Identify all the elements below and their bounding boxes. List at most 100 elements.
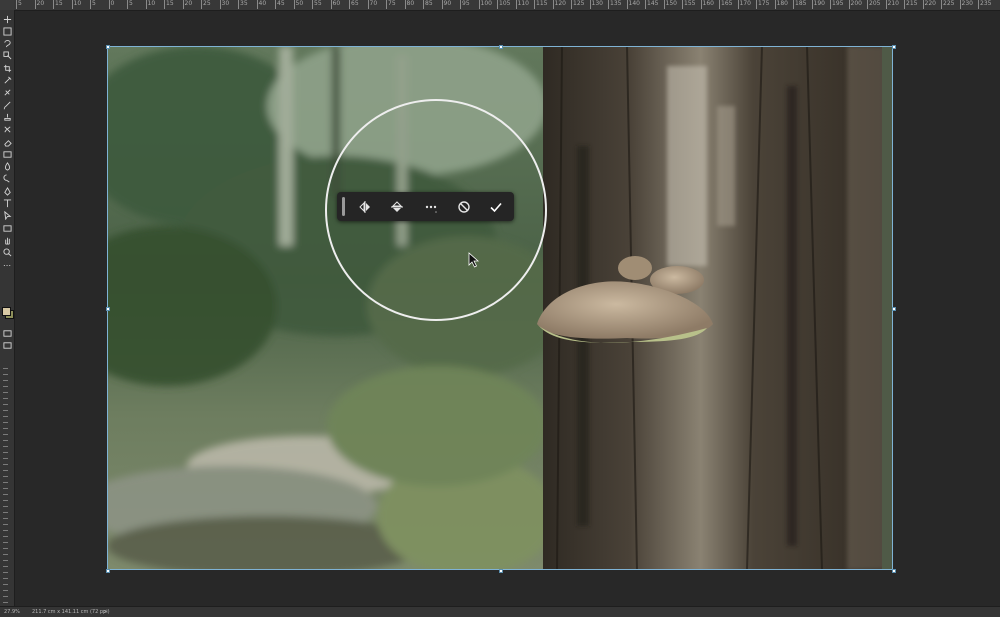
cancel-transform-icon xyxy=(458,200,470,213)
gradient-icon xyxy=(2,151,12,158)
ruler-tick xyxy=(3,368,8,369)
ruler-tick-label: 230 xyxy=(959,0,973,9)
ruler-tick xyxy=(3,500,8,501)
eraser-tool-button[interactable] xyxy=(2,137,12,147)
ruler-tick xyxy=(3,518,8,519)
lasso-tool-button[interactable] xyxy=(2,39,12,49)
ruler-tick-label: 80 xyxy=(404,0,415,9)
brush-tool-button[interactable] xyxy=(2,100,12,110)
tools-panel xyxy=(0,10,15,606)
screen-mode-button[interactable] xyxy=(2,340,12,350)
ruler-tick-label: 175 xyxy=(756,0,770,9)
ruler-tick-label: 30 xyxy=(219,0,230,9)
object-select-icon xyxy=(2,51,11,60)
ruler-tick xyxy=(3,392,8,393)
ruler-tick-label: 225 xyxy=(941,0,955,9)
quick-mask-button[interactable] xyxy=(2,328,12,338)
ruler-tick xyxy=(3,410,8,411)
ruler-tick-label: 100 xyxy=(478,0,492,9)
hand-tool-button[interactable] xyxy=(2,235,12,245)
ruler-tick-label: 5 xyxy=(90,0,96,9)
quick-mask-icon xyxy=(2,329,12,337)
ruler-tick xyxy=(3,596,8,597)
flip-horizontal-icon xyxy=(359,200,370,213)
taskbar-grip-handle[interactable] xyxy=(342,197,345,216)
ruler-tick xyxy=(3,602,8,603)
ruler-tick xyxy=(3,440,8,441)
eyedropper-tool-button[interactable] xyxy=(2,76,12,86)
type-tool-button[interactable] xyxy=(2,199,12,209)
ruler-tick-label: 85 xyxy=(423,0,433,9)
ruler-tick-label: 70 xyxy=(367,0,378,9)
blur-icon xyxy=(4,162,10,171)
brush-icon xyxy=(3,101,11,110)
more-tools-icon xyxy=(3,264,10,266)
ruler-tick-label: 10 xyxy=(71,0,82,9)
ruler-tick-label: 125 xyxy=(571,0,585,9)
ruler-tick-label: 205 xyxy=(867,0,881,9)
foreground-color-swatch[interactable] xyxy=(2,307,11,316)
ruler-tick xyxy=(3,458,8,459)
clone-stamp-tool-button[interactable] xyxy=(2,112,12,122)
ruler-tick-label: 190 xyxy=(811,0,825,9)
ruler-tick-label: 180 xyxy=(774,0,788,9)
ruler-tick-label: 185 xyxy=(793,0,807,9)
eraser-icon xyxy=(3,139,12,147)
ruler-tick-label: 215 xyxy=(904,0,918,9)
ruler-tick-label: 160 xyxy=(700,0,714,9)
ruler-tick-label: 5 xyxy=(16,0,22,9)
ruler-tick-label: 25 xyxy=(201,0,211,9)
crop-icon xyxy=(3,64,11,72)
pen-tool-button[interactable] xyxy=(2,186,12,196)
flip-vertical-button[interactable] xyxy=(387,197,407,216)
blur-tool-button[interactable] xyxy=(2,162,12,172)
ruler-tick-label: 90 xyxy=(441,0,452,9)
zoom-icon xyxy=(3,248,11,257)
ruler-tick-label: 150 xyxy=(663,0,677,9)
healing-brush-tool-button[interactable] xyxy=(2,88,12,98)
rectangle-tool-button[interactable] xyxy=(2,223,12,233)
ruler-tick xyxy=(3,506,8,507)
crop-tool-button[interactable] xyxy=(2,63,12,73)
ruler-tick xyxy=(3,512,8,513)
zoom-tool-button[interactable] xyxy=(2,248,12,258)
ruler-tick-label: 145 xyxy=(645,0,659,9)
path-select-tool-button[interactable] xyxy=(2,211,12,221)
ruler-tick xyxy=(3,374,8,375)
ruler-tick-label: 10 xyxy=(145,0,156,9)
ruler-tick xyxy=(3,482,8,483)
ruler-tick-label: 165 xyxy=(719,0,733,9)
ruler-tick-label: 110 xyxy=(515,0,529,9)
vertical-ruler[interactable] xyxy=(1,368,11,608)
marquee-icon xyxy=(2,27,12,36)
dodge-icon xyxy=(3,174,10,183)
gradient-tool-button[interactable] xyxy=(2,149,12,159)
ruler-tick xyxy=(3,548,8,549)
move-tool-button[interactable] xyxy=(2,14,12,24)
dodge-tool-button[interactable] xyxy=(2,174,12,184)
ruler-tick-label: 0 xyxy=(108,0,115,9)
commit-transform-button[interactable] xyxy=(486,197,506,216)
clone-stamp-icon xyxy=(3,113,11,121)
ruler-tick xyxy=(3,524,8,525)
ruler-tick-label: 140 xyxy=(626,0,640,9)
ruler-tick xyxy=(3,434,8,435)
history-brush-tool-button[interactable] xyxy=(2,125,12,135)
object-select-tool-button[interactable] xyxy=(2,51,12,61)
ruler-tick-label: 50 xyxy=(293,0,304,9)
more-options-button[interactable] xyxy=(421,197,441,216)
ruler-tick xyxy=(3,428,8,429)
cancel-transform-button[interactable] xyxy=(454,197,474,216)
ruler-tick-label: 45 xyxy=(275,0,285,9)
flip-vertical-icon xyxy=(391,200,403,212)
ruler-tick xyxy=(3,416,8,417)
ruler-tick-label: 135 xyxy=(608,0,622,9)
ruler-tick xyxy=(3,560,8,561)
marquee-tool-button[interactable] xyxy=(2,26,12,36)
move-icon xyxy=(3,15,11,23)
ruler-tick xyxy=(3,536,8,537)
ruler-tick-label: 40 xyxy=(256,0,267,9)
horizontal-ruler[interactable]: 5 20 15 10 5 0 5 10 15 20 25 30 35 40 45 50 55 60 65 70 75 80… xyxy=(14,0,1000,11)
flip-horizontal-button[interactable] xyxy=(355,197,375,216)
more-tools-tool-button[interactable] xyxy=(2,260,12,270)
